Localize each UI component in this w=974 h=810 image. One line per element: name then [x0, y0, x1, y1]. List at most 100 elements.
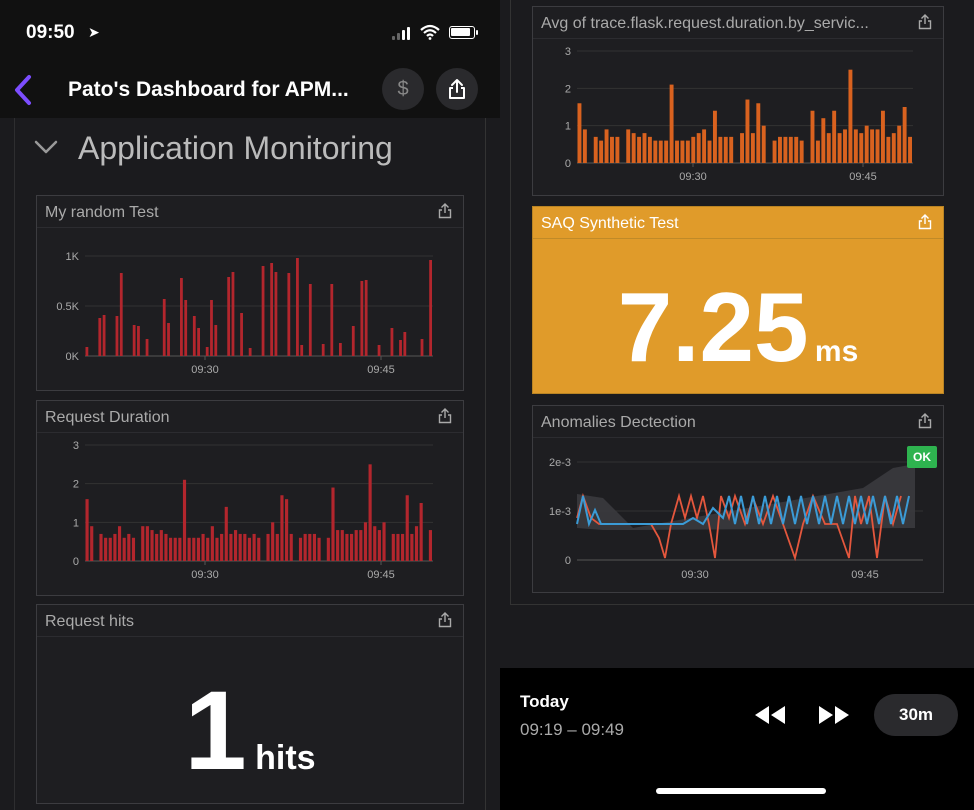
- widget-synthetic-test[interactable]: SAQ Synthetic Test 7.25 ms: [532, 206, 944, 394]
- bar: [308, 533, 312, 561]
- widget-anomalies[interactable]: Anomalies Dectection 0 1e-3 2e-3 09:30 09:45…: [532, 405, 944, 593]
- bar: [794, 136, 799, 163]
- group-bottom-border: [510, 604, 974, 605]
- synthetic-value: 7.25: [617, 272, 809, 382]
- bar: [886, 136, 891, 163]
- bar: [848, 69, 853, 163]
- bar: [113, 533, 117, 561]
- widget-title: Request Duration: [45, 409, 170, 426]
- y-tick-label: 1K: [66, 251, 80, 263]
- bar: [419, 503, 423, 561]
- bar: [420, 339, 424, 356]
- bar: [169, 537, 173, 561]
- bar: [238, 533, 242, 561]
- time-control-bar: Today 09:19 – 09:49 30m: [500, 668, 974, 810]
- bar: [364, 280, 368, 356]
- cost-button[interactable]: $: [382, 68, 424, 110]
- bar: [658, 140, 663, 163]
- y-tick-label: 3: [565, 46, 571, 58]
- bar: [756, 103, 761, 163]
- widget-avg-trace[interactable]: Avg of trace.flask.request.duration.by_s…: [532, 6, 944, 196]
- bar: [137, 326, 140, 356]
- anomalies-chart: 0 1e-3 2e-3 09:30 09:45: [549, 457, 923, 581]
- column-border: [14, 118, 15, 810]
- left-screen: 09:50 ➤ Pato's Dashboard for APM... $ Ap…: [0, 0, 500, 810]
- x-tick-label: 09:45: [851, 569, 879, 581]
- bar: [192, 537, 196, 561]
- bar: [317, 537, 321, 561]
- bar: [604, 129, 609, 163]
- share-icon[interactable]: [917, 413, 933, 429]
- bar: [680, 140, 685, 163]
- bar: [712, 110, 717, 163]
- widget-header: SAQ Synthetic Test: [533, 207, 943, 239]
- x-tick-label: 09:45: [367, 569, 395, 581]
- bar: [761, 125, 766, 163]
- y-tick-label: 0.5K: [56, 301, 79, 313]
- bar: [180, 278, 183, 356]
- bar: [167, 323, 170, 356]
- bar: [99, 533, 103, 561]
- y-tick-label: 2e-3: [549, 457, 571, 469]
- widget-request-hits[interactable]: Request hits 1 hits: [36, 604, 464, 804]
- group-title: Application Monitoring: [78, 130, 393, 166]
- bar: [626, 129, 631, 163]
- y-tick-label: 3: [73, 440, 79, 452]
- y-tick-label: 0K: [66, 351, 80, 363]
- bar: [750, 133, 755, 163]
- y-tick-label: 2: [565, 83, 571, 95]
- bar: [429, 260, 432, 356]
- bar: [248, 348, 252, 356]
- hits-value-display: 1 hits: [37, 675, 463, 787]
- bar: [155, 533, 159, 561]
- y-tick-label: 0: [73, 556, 79, 568]
- bar: [577, 103, 582, 163]
- bar: [331, 487, 335, 561]
- bar: [599, 140, 604, 163]
- share-icon[interactable]: [437, 408, 453, 424]
- share-icon[interactable]: [917, 214, 933, 230]
- wifi-icon: [420, 24, 440, 40]
- bar: [390, 328, 394, 356]
- bar: [377, 345, 381, 356]
- share-icon[interactable]: [917, 14, 933, 30]
- synthetic-value-display: 7.25 ms: [533, 277, 943, 377]
- rewind-icon[interactable]: [752, 704, 788, 726]
- timespan-button[interactable]: 30m: [874, 694, 958, 736]
- bar: [729, 136, 734, 163]
- chevron-down-icon[interactable]: [33, 138, 59, 156]
- share-icon[interactable]: [437, 612, 453, 628]
- bar: [853, 129, 858, 163]
- bar: [401, 533, 405, 561]
- bar: [182, 479, 187, 561]
- bar: [891, 133, 896, 163]
- bar: [184, 300, 188, 356]
- y-tick-label: 0: [565, 158, 571, 170]
- bar: [178, 537, 182, 561]
- bar: [231, 272, 235, 356]
- group-header[interactable]: Application Monitoring: [16, 118, 486, 188]
- bar: [312, 533, 316, 561]
- bar: [875, 129, 880, 163]
- bar: [247, 537, 252, 561]
- bar: [115, 316, 119, 356]
- bar: [745, 99, 750, 163]
- bar: [298, 537, 303, 561]
- bar: [685, 140, 690, 163]
- widget-random-test[interactable]: My random Test 0K 0.5K 1K 09:30 09:45: [36, 195, 464, 391]
- bar: [799, 140, 804, 163]
- back-chevron-icon[interactable]: [12, 74, 34, 106]
- share-icon[interactable]: [437, 203, 453, 219]
- bar: [205, 347, 209, 356]
- bar: [132, 325, 136, 356]
- fast-forward-icon[interactable]: [816, 704, 852, 726]
- bar: [336, 530, 340, 561]
- widget-request-duration[interactable]: Request Duration 0 1 2 3 09:30 09:45: [36, 400, 464, 596]
- bar: [664, 140, 669, 163]
- x-tick-label: 09:30: [679, 171, 707, 183]
- status-badge: OK: [907, 446, 937, 468]
- bar: [131, 537, 136, 561]
- share-button[interactable]: [436, 68, 478, 110]
- bar: [119, 273, 123, 356]
- bar: [647, 136, 652, 163]
